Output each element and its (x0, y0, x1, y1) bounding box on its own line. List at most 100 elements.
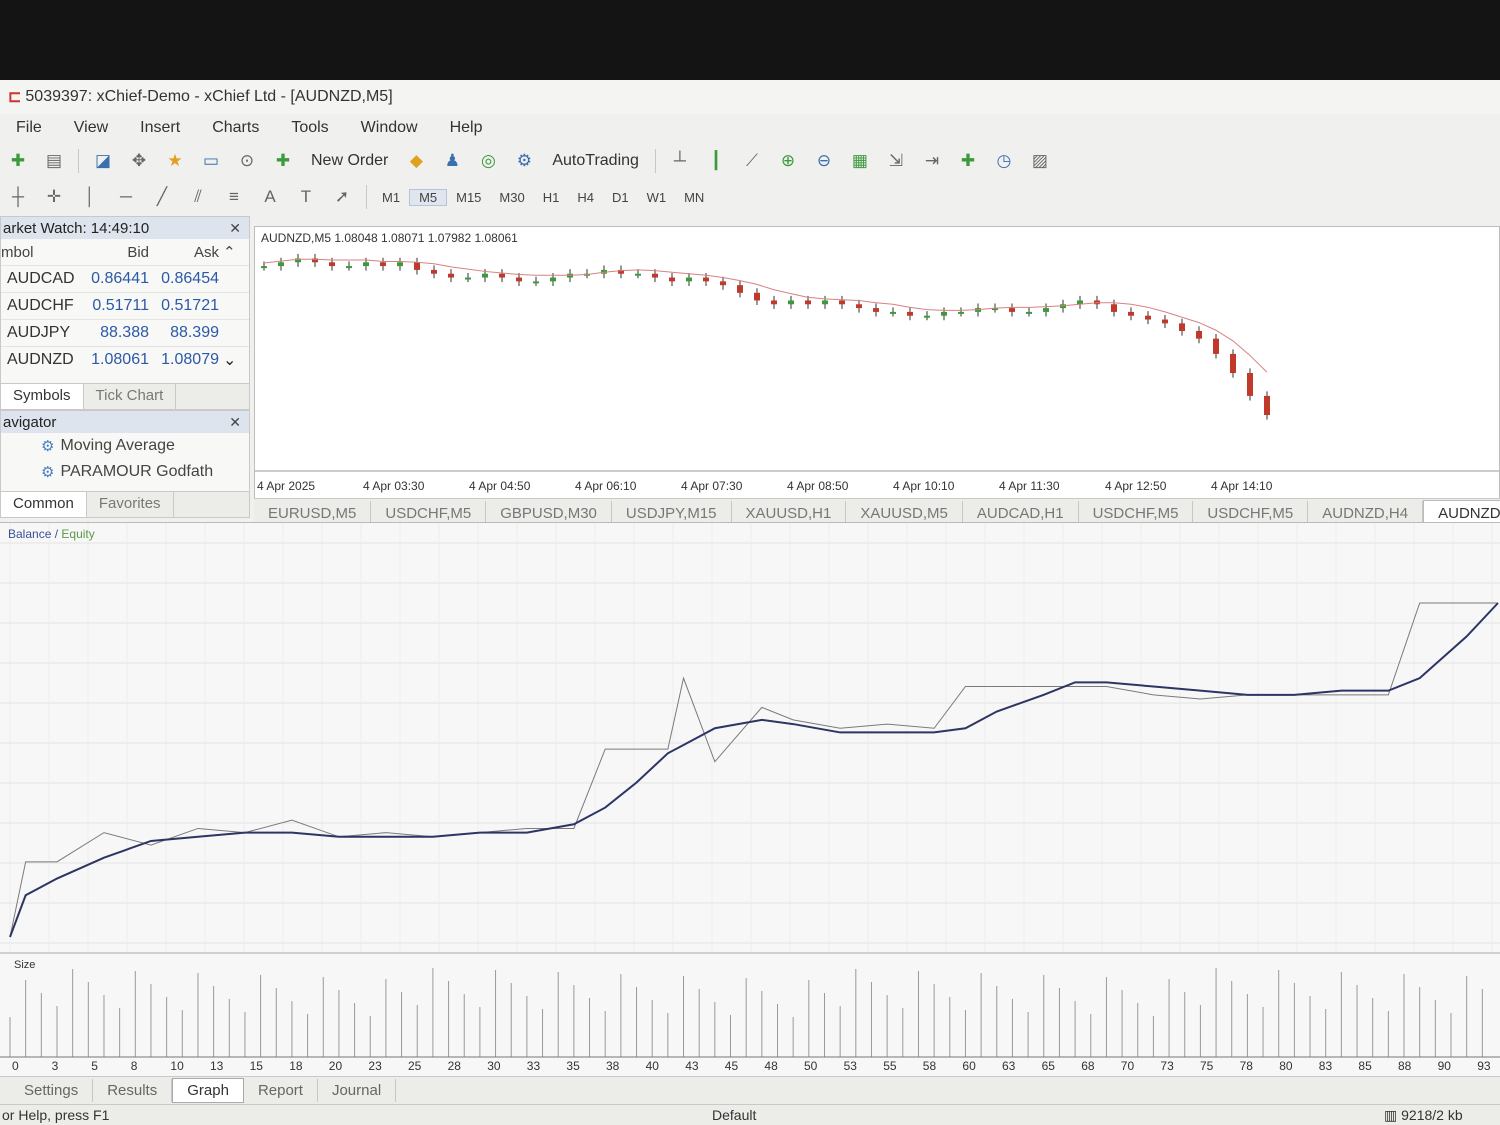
indicators-icon[interactable]: ✚ (954, 147, 982, 175)
bar-chart-icon[interactable]: ┴ (666, 147, 694, 175)
menu-file[interactable]: File (0, 119, 58, 137)
symbol-row[interactable]: AUDJPY 88.388 88.399 (1, 319, 249, 346)
time-label: 4 Apr 12:50 (1105, 479, 1167, 493)
new-order-icon[interactable]: ✚ (269, 147, 297, 175)
tile-windows-icon[interactable]: ▦ (846, 147, 874, 175)
timeframe-w1[interactable]: W1 (638, 190, 676, 205)
menu-view[interactable]: View (58, 119, 124, 137)
tab-symbols[interactable]: Symbols (1, 384, 84, 409)
drawing-toolbar: ┼ ✛ │ ─ ╱ ⫽ ≡ A T ➚ M1 M5 M15 M30 H1 H4 … (0, 180, 1500, 214)
time-label: 4 Apr 06:10 (575, 479, 637, 493)
timeframe-d1[interactable]: D1 (603, 190, 638, 205)
horizontal-line-icon[interactable]: ─ (112, 183, 140, 211)
trade-number-label: 93 (1477, 1059, 1491, 1073)
fibonacci-icon[interactable]: ≡ (220, 183, 248, 211)
candle-body (1230, 353, 1236, 373)
metaeditor-icon[interactable]: ◆ (402, 147, 430, 175)
tab-journal[interactable]: Journal (318, 1079, 397, 1102)
scroll-up-icon[interactable]: ⌃ (223, 243, 247, 261)
chart-shift-icon[interactable]: ⇥ (918, 147, 946, 175)
symbol-name: AUDNZD (7, 351, 74, 368)
market-watch-icon[interactable]: ◪ (89, 147, 117, 175)
channel-icon[interactable]: ⫽ (184, 183, 212, 211)
trade-number-label: 5 (91, 1059, 98, 1073)
timeframe-h4[interactable]: H4 (568, 190, 603, 205)
tab-tick-chart[interactable]: Tick Chart (84, 384, 177, 409)
text-icon[interactable]: A (256, 183, 284, 211)
cursor-icon[interactable]: ┼ (4, 183, 32, 211)
mql-icon[interactable]: ◎ (474, 147, 502, 175)
tab-report[interactable]: Report (244, 1079, 318, 1102)
autoscroll-icon[interactable]: ⇲ (882, 147, 910, 175)
trade-number-label: 85 (1358, 1059, 1372, 1073)
timeframe-m15[interactable]: M15 (447, 190, 490, 205)
candle-body (465, 277, 471, 280)
column-symbol[interactable]: mbol (1, 244, 79, 261)
close-icon[interactable]: ✕ (229, 414, 249, 431)
crosshair-icon[interactable]: ✛ (40, 183, 68, 211)
autotrading-icon[interactable]: ⚙ (510, 147, 538, 175)
autotrading-button[interactable]: AutoTrading (546, 147, 645, 175)
equity-line (9, 602, 1499, 938)
candle-body (1026, 311, 1032, 314)
close-icon[interactable]: ✕ (229, 220, 249, 237)
trade-number-label: 30 (487, 1059, 501, 1073)
strategy-tester-icon[interactable]: ⊙ (233, 147, 261, 175)
candle-body (822, 300, 828, 305)
vertical-line-icon[interactable]: │ (76, 183, 104, 211)
price-chart[interactable]: AUDNZD,M5 1.08048 1.08071 1.07982 1.0806… (254, 226, 1500, 514)
templates-icon[interactable]: ▨ (1026, 147, 1054, 175)
tab-settings[interactable]: Settings (10, 1079, 94, 1102)
menu-insert[interactable]: Insert (124, 119, 196, 137)
ask-price: 1.08079 (161, 351, 219, 368)
data-window-icon[interactable]: ✥ (125, 147, 153, 175)
navigator-item-moving-average[interactable]: ⚙ Moving Average (1, 433, 249, 459)
time-label: 4 Apr 08:50 (787, 479, 849, 493)
scroll-down-icon[interactable]: ⌄ (223, 350, 247, 370)
zoom-in-icon[interactable]: ⊕ (774, 147, 802, 175)
navigator-item-paramour[interactable]: ⚙ PARAMOUR Godfath (1, 459, 249, 485)
column-ask[interactable]: Ask (153, 244, 223, 261)
periods-icon[interactable]: ◷ (990, 147, 1018, 175)
profiles-icon[interactable]: ▤ (40, 147, 68, 175)
tab-results[interactable]: Results (93, 1079, 173, 1102)
timeframe-m30[interactable]: M30 (490, 190, 533, 205)
symbol-row[interactable]: AUDNZD 1.08061 1.08079 ⌄ (1, 346, 249, 373)
timeframe-m5[interactable]: M5 (409, 188, 448, 206)
time-label: 4 Apr 11:30 (999, 479, 1060, 493)
symbol-row[interactable]: AUDCHF 0.51711 0.51721 (1, 292, 249, 319)
arrows-icon[interactable]: ➚ (328, 183, 356, 211)
signals-icon[interactable]: ♟ (438, 147, 466, 175)
terminal-icon[interactable]: ▭ (197, 147, 225, 175)
app-icon: ⊏ (8, 89, 22, 106)
tab-common[interactable]: Common (1, 492, 87, 517)
timeframe-h1[interactable]: H1 (534, 190, 569, 205)
navigator-icon[interactable]: ★ (161, 147, 189, 175)
line-chart-icon[interactable]: ⟋ (738, 147, 766, 175)
menu-tools[interactable]: Tools (275, 119, 344, 137)
tab-favorites[interactable]: Favorites (87, 492, 174, 517)
candle-body (516, 277, 522, 282)
trade-number-label: 58 (922, 1059, 937, 1073)
candle-body (1128, 311, 1134, 316)
price-chart-canvas[interactable] (255, 227, 1499, 477)
tab-graph[interactable]: Graph (172, 1078, 244, 1103)
timeframe-m1[interactable]: M1 (373, 190, 409, 205)
trendline-icon[interactable]: ╱ (148, 183, 176, 211)
new-chart-icon[interactable]: ✚ (4, 147, 32, 175)
menu-help[interactable]: Help (434, 119, 499, 137)
candle-body (1247, 373, 1253, 396)
trade-number-label: 55 (883, 1059, 897, 1073)
menu-window[interactable]: Window (345, 119, 434, 137)
navigator-title: avigator (3, 413, 57, 431)
text-label-icon[interactable]: T (292, 183, 320, 211)
menu-charts[interactable]: Charts (196, 119, 275, 137)
candle-body (856, 304, 862, 309)
timeframe-mn[interactable]: MN (675, 190, 713, 205)
new-order-button[interactable]: New Order (305, 147, 394, 175)
candlestick-icon[interactable]: ┃ (702, 147, 730, 175)
column-bid[interactable]: Bid (79, 244, 153, 261)
symbol-row[interactable]: AUDCAD 0.86441 0.86454 (1, 265, 249, 292)
trade-number-label: 8 (130, 1059, 138, 1073)
zoom-out-icon[interactable]: ⊖ (810, 147, 838, 175)
